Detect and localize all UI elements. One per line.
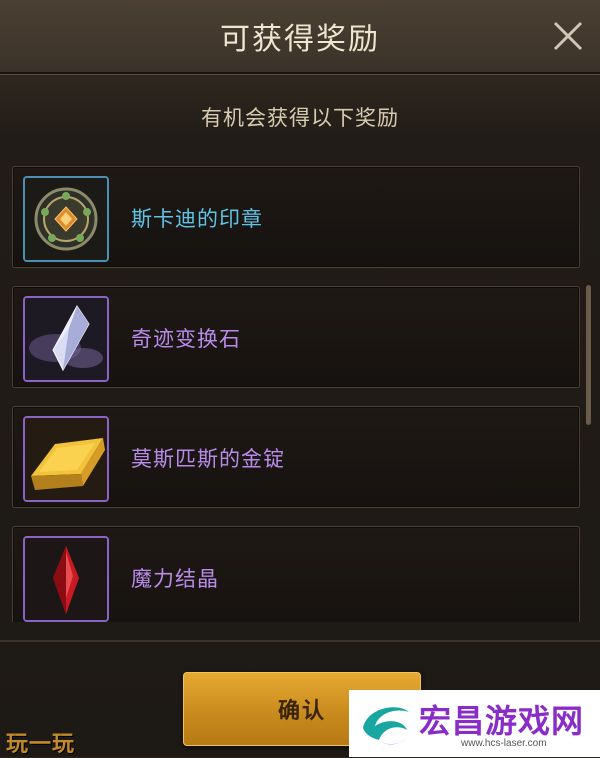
close-icon xyxy=(553,21,583,51)
red-crystal-icon xyxy=(25,538,107,620)
list-scrollbar[interactable] xyxy=(586,285,591,425)
reward-icon-frame xyxy=(23,536,109,622)
reward-item[interactable]: 斯卡迪的印章 xyxy=(12,166,580,268)
crystal-icon xyxy=(25,298,107,380)
reward-icon-frame xyxy=(23,416,109,502)
reward-name: 莫斯匹斯的金锭 xyxy=(131,447,285,471)
dialog-subtitle: 有机会获得以下奖励 xyxy=(201,106,399,130)
brand-logo-icon xyxy=(363,707,409,745)
reward-name: 斯卡迪的印章 xyxy=(131,207,263,231)
watermark-brand: 宏昌游戏网 xyxy=(419,702,585,740)
gold-ingot-icon xyxy=(25,418,107,500)
rewards-dialog: 可获得奖励 有机会获得以下奖励 斯卡迪的印章 奇迹变换石 莫斯匹斯的金锭 魔力结… xyxy=(0,0,600,757)
watermark-brand-box: 宏昌游戏网 www.hcs-laser.com xyxy=(349,690,600,757)
reward-item[interactable]: 魔力结晶 xyxy=(12,526,580,622)
reward-name: 奇迹变换石 xyxy=(131,327,241,351)
reward-item[interactable]: 莫斯匹斯的金锭 xyxy=(12,406,580,508)
dialog-title: 可获得奖励 xyxy=(220,22,380,57)
footer-divider xyxy=(0,640,600,642)
watermark-url: www.hcs-laser.com xyxy=(461,738,547,749)
reward-icon-frame xyxy=(23,176,109,262)
close-button[interactable] xyxy=(550,18,586,54)
dialog-header: 可获得奖励 xyxy=(0,0,600,74)
seal-icon xyxy=(25,178,107,260)
reward-name: 魔力结晶 xyxy=(131,567,219,591)
reward-list: 斯卡迪的印章 奇迹变换石 莫斯匹斯的金锭 魔力结晶 xyxy=(12,166,580,622)
reward-item[interactable]: 奇迹变换石 xyxy=(12,286,580,388)
reward-icon-frame xyxy=(23,296,109,382)
watermark-left: 玩一玩 xyxy=(6,732,76,757)
